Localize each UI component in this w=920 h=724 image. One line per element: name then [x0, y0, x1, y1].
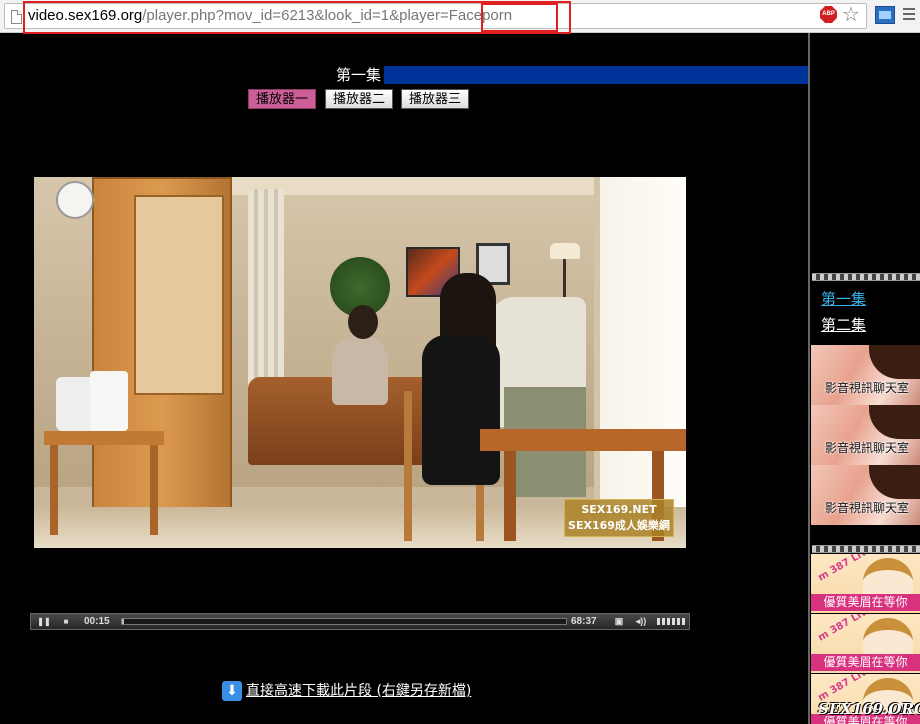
scene-table [480, 429, 686, 451]
pause-button[interactable]: ❚❚ [35, 614, 53, 629]
sidebar-divider [808, 33, 810, 724]
video-controls: ❚❚ ■ 00:15 68:37 ▣ ◂)) [30, 613, 690, 630]
download-link[interactable]: 直接高速下載此片段 (右鍵另存新檔) [246, 681, 471, 701]
episode-title: 第一集 [336, 66, 382, 84]
sidebar-decor-strip [812, 273, 920, 281]
extension-icon[interactable] [875, 6, 895, 24]
url-path: /player.php?mov_id=6213&look_id=1&player [142, 7, 440, 24]
scene-table-leg [504, 451, 516, 541]
chat-ad-text: 影音視訊聊天室 [825, 501, 910, 515]
player-button-3[interactable]: 播放器三 [401, 89, 469, 109]
browser-toolbar: video.sex169.org/player.php?mov_id=6213&… [0, 0, 920, 33]
scene-person-seated [332, 335, 388, 405]
current-time: 00:15 [84, 616, 110, 627]
scene-side-table-leg [50, 445, 58, 535]
ad-photo [869, 465, 920, 499]
fullscreen-icon[interactable]: ▣ [611, 614, 627, 629]
scene-clock [56, 181, 94, 219]
download-icon[interactable]: ⬇ [222, 681, 242, 701]
url-host: video.sex169.org [28, 7, 143, 24]
player-button-2[interactable]: 播放器二 [325, 89, 393, 109]
scene-appliance [90, 371, 128, 431]
sidebar-episode-1[interactable]: 第一集 [821, 289, 866, 309]
seek-bar[interactable] [121, 618, 567, 625]
ad-photo [869, 405, 920, 439]
sidebar-decor-strip [812, 545, 920, 553]
url-tail: =Faceporn [439, 7, 513, 24]
menu-icon[interactable] [903, 8, 915, 22]
chat-ad-banner[interactable]: 影音視訊聊天室 [811, 345, 920, 405]
duration: 68:37 [571, 616, 597, 627]
site-watermark: SEX169.ORG [818, 700, 920, 718]
page-icon [11, 10, 22, 24]
video-watermark: SEX169.NET SEX169成人娛樂網 [564, 499, 674, 537]
scene-side-table-leg [150, 445, 158, 535]
watermark-line-1: SEX169.NET [581, 503, 657, 516]
live-ad-banner[interactable]: m 387 Live 優質美眉在等你 [811, 614, 920, 673]
seek-bar-progress [122, 619, 124, 624]
live-ad-text: 優質美眉在等你 [811, 594, 920, 611]
scene-side-table [44, 431, 164, 445]
url-text[interactable]: video.sex169.org/player.php?mov_id=6213&… [28, 7, 512, 24]
chat-ad-text: 影音視訊聊天室 [825, 381, 910, 395]
live-ad-text: 優質美眉在等你 [811, 654, 920, 671]
star-icon[interactable]: ☆ [842, 3, 860, 25]
address-bar[interactable]: video.sex169.org/player.php?mov_id=6213&… [4, 3, 867, 29]
volume-slider[interactable] [657, 618, 685, 625]
scene-cabinet-glass [134, 195, 224, 395]
video-frame[interactable]: SEX169.NET SEX169成人娛樂網 [34, 177, 686, 548]
sidebar-episode-2[interactable]: 第二集 [821, 315, 866, 335]
chat-ad-text: 影音視訊聊天室 [825, 441, 910, 455]
player-button-1[interactable]: 播放器一 [248, 89, 316, 109]
scene-person-head [348, 305, 378, 339]
chat-ad-banner[interactable]: 影音視訊聊天室 [811, 405, 920, 465]
scene-lamp-shade [550, 243, 580, 259]
stop-button[interactable]: ■ [57, 614, 75, 629]
chat-ad-banner[interactable]: 影音視訊聊天室 [811, 465, 920, 525]
volume-icon[interactable]: ◂)) [633, 614, 649, 629]
ad-photo [869, 345, 920, 379]
live-ad-banner[interactable]: m 387 Live 優質美眉在等你 [811, 554, 920, 613]
watermark-line-2: SEX169成人娛樂網 [568, 519, 670, 532]
scene-person-seated-front [422, 335, 500, 485]
scene-window [594, 177, 686, 507]
episode-title-bar [384, 66, 808, 84]
